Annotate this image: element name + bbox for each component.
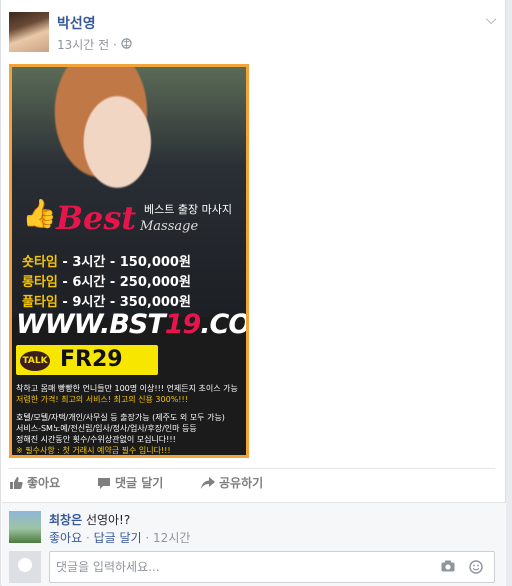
post-header: 박선영 13시간 전 · ⌵	[9, 12, 499, 54]
post-meta: 13시간 전 ·	[57, 36, 132, 53]
ad-brand: Best	[56, 199, 137, 237]
ad-tagline: 베스트 출장 마사지	[144, 203, 232, 216]
thumbs-up-icon	[10, 476, 23, 489]
comment-meta: 좋아요 · 답글 달기 · 12시간	[49, 531, 191, 545]
chevron-down-icon[interactable]: ⌵	[483, 12, 499, 28]
talk-icon: TALK	[20, 351, 50, 371]
ad-fine-text: 정해진 시간동안 횟수/수위상관없이 모십니다!!!	[16, 435, 176, 444]
ad-price-row: 숏타임 - 3시간 - 150,000원	[22, 255, 191, 270]
post-card: 박선영 13시간 전 · ⌵ 베스트 출장 마사지 👍 Best Massage…	[0, 0, 506, 586]
like-button[interactable]: 좋아요	[9, 474, 60, 491]
comment: 최창은 선영아!?	[49, 511, 130, 528]
comment-box[interactable]	[49, 551, 495, 583]
post-actions: 좋아요 댓글 달기 공유하기	[9, 474, 495, 498]
post-time[interactable]: 13시간 전 ·	[57, 38, 117, 52]
comment-time[interactable]: 12시간	[153, 531, 190, 545]
comment-input[interactable]	[56, 558, 416, 576]
ad-brand-sub: Massage	[140, 219, 199, 234]
comment-button[interactable]: 댓글 달기	[97, 474, 163, 491]
viewer-avatar	[9, 551, 41, 583]
camera-icon[interactable]	[440, 560, 456, 576]
globe-icon[interactable]	[120, 38, 132, 52]
kakao-id: FR29	[60, 347, 123, 372]
author-avatar[interactable]	[9, 12, 49, 52]
divider	[9, 468, 495, 469]
commenter-name[interactable]: 최창은	[49, 513, 82, 527]
comment-text: 선영아!?	[82, 513, 131, 527]
ad-price-row: 롱타임 - 6시간 - 250,000원	[22, 275, 191, 290]
ad-price-row: 풀타임 - 9시간 - 350,000원	[22, 295, 191, 310]
emoji-icon[interactable]	[468, 560, 484, 576]
thumbs-up-icon: 👍	[22, 197, 57, 230]
ad-fine-text: 저렴한 가격! 최고의 서비스! 최고의 신용 300%!!!	[16, 395, 188, 404]
kakao-badge: TALK FR29	[16, 345, 158, 375]
ad-fine-text: 착하고 몸매 빵빵한 언니들만 100명 이상!!! 언제든지 초이스 가능	[16, 384, 238, 393]
comment-like-link[interactable]: 좋아요	[49, 531, 82, 545]
ad-fine-text: 서비스-SM노예/전신립/입사/정사/업사/후장/인마 등등	[16, 424, 197, 433]
share-button[interactable]: 공유하기	[201, 474, 263, 491]
comments-section: 최창은 선영아!? 좋아요 · 답글 달기 · 12시간	[2, 502, 506, 586]
ad-url: WWW.BST19.COM	[16, 309, 249, 340]
ad-fine-text: ※ 필수사항 : 첫 거래시 예약금 필수 입니다!!!	[16, 446, 171, 455]
comment-icon	[98, 477, 110, 489]
author-name[interactable]: 박선영	[57, 13, 96, 33]
comment-reply-link[interactable]: 답글 달기	[94, 531, 142, 545]
ad-fine-text: 호텔/모텔/자택/개인/사무실 등 출장가능 (제주도 외 모두 가능)	[16, 413, 225, 422]
post-image[interactable]: 베스트 출장 마사지 👍 Best Massage 숏타임 - 3시간 - 15…	[9, 64, 249, 458]
commenter-avatar[interactable]	[9, 511, 41, 543]
share-icon	[201, 476, 215, 489]
